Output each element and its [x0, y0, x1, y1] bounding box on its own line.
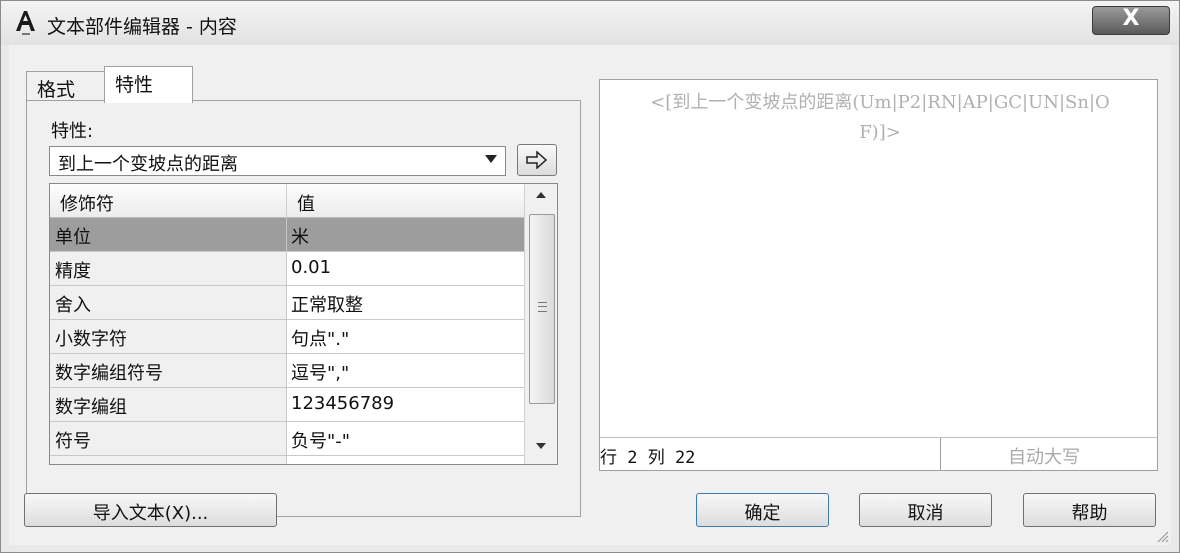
row-name: 符号	[55, 431, 91, 452]
header-modifier[interactable]: 修饰符	[60, 190, 114, 216]
header-value[interactable]: 值	[297, 190, 315, 216]
tab-format-label: 格式	[37, 79, 76, 101]
row-name: 数字编组符号	[55, 363, 163, 384]
row-value: 正常取整	[291, 295, 363, 316]
row-name: 精度	[55, 261, 91, 282]
dialog-body: 格式 特性 特性: 到上一个变坡点的距离 修饰符 值 单位 米 精度 0.01 …	[9, 45, 1171, 545]
row-name: 单位	[55, 227, 91, 248]
cancel-button[interactable]: 取消	[859, 493, 992, 527]
grid-scrollbar[interactable]	[524, 184, 557, 464]
property-label: 特性:	[51, 121, 94, 142]
row-name: 小数字符	[55, 329, 127, 350]
table-row[interactable]: 小数字符 句点"."	[50, 320, 524, 354]
grid-header: 修饰符 值	[50, 184, 524, 218]
status-bar: 行 2 列 22 自动大写	[599, 437, 1158, 471]
close-icon: X	[1122, 6, 1140, 31]
title-bar[interactable]: 文本部件编辑器 - 内容 X	[1, 1, 1179, 45]
app-icon	[16, 11, 35, 35]
scroll-down-icon[interactable]	[536, 443, 546, 449]
tab-properties[interactable]: 特性	[104, 66, 193, 103]
row-value: 0.01	[291, 257, 332, 278]
table-row[interactable]: 精度 0.01	[50, 252, 524, 286]
content-preview-text: <[到上一个变坡点的距离(Um|P2|RN|AP|GC|UN|Sn|OF)]>	[650, 92, 1110, 143]
properties-panel: 特性: 到上一个变坡点的距离 修饰符 值 单位 米 精度 0.01 舍入 正常取…	[26, 100, 581, 517]
auto-caps-indicator: 自动大写	[1008, 447, 1080, 468]
row-name: 舍入	[55, 295, 91, 316]
row-value: 负号"-"	[291, 431, 351, 452]
modifier-grid: 修饰符 值 单位 米 精度 0.01 舍入 正常取整 小数字符 句点"." 数字…	[49, 183, 558, 465]
table-row[interactable]: 符号 负号"-"	[50, 422, 524, 456]
chevron-down-icon	[485, 155, 497, 163]
table-row[interactable]: 数字编组符号 逗号","	[50, 354, 524, 388]
tab-properties-label: 特性	[115, 74, 154, 96]
property-dropdown-value: 到上一个变坡点的距离	[58, 154, 238, 175]
row-value: 句点"."	[291, 329, 350, 350]
property-dropdown[interactable]: 到上一个变坡点的距离	[49, 146, 506, 176]
row-name: 数字编组	[55, 397, 127, 418]
scroll-thumb[interactable]	[529, 214, 555, 404]
arrow-right-icon	[526, 151, 548, 169]
scroll-up-icon[interactable]	[536, 192, 546, 198]
help-button[interactable]: 帮助	[1023, 493, 1156, 527]
table-row[interactable]: 舍入 正常取整	[50, 286, 524, 320]
ok-button[interactable]: 确定	[696, 493, 829, 527]
grid-rows: 单位 米 精度 0.01 舍入 正常取整 小数字符 句点"." 数字编组符号 逗…	[50, 218, 524, 464]
cursor-position: 行 2 列 22	[600, 448, 696, 468]
resize-grip-icon[interactable]	[1155, 529, 1169, 543]
table-row[interactable]: 单位 米	[50, 218, 524, 252]
row-value: 123456789	[291, 393, 395, 414]
insert-property-button[interactable]	[517, 144, 557, 176]
close-button[interactable]: X	[1092, 6, 1170, 35]
text-component-editor-window: 文本部件编辑器 - 内容 X 格式 特性 特性: 到上一个变坡点的距离 修饰符 …	[0, 0, 1180, 553]
row-value: 逗号","	[291, 363, 350, 384]
row-value: 米	[291, 227, 309, 248]
tab-format[interactable]: 格式	[26, 71, 106, 102]
grip-icon	[538, 302, 547, 312]
window-title: 文本部件编辑器 - 内容	[47, 16, 237, 38]
content-editor[interactable]: <[到上一个变坡点的距离(Um|P2|RN|AP|GC|UN|Sn|OF)]>	[599, 79, 1158, 439]
table-row[interactable]: 数字编组 123456789	[50, 388, 524, 422]
import-text-button[interactable]: 导入文本(X)...	[24, 493, 277, 527]
table-row[interactable]	[50, 456, 524, 464]
